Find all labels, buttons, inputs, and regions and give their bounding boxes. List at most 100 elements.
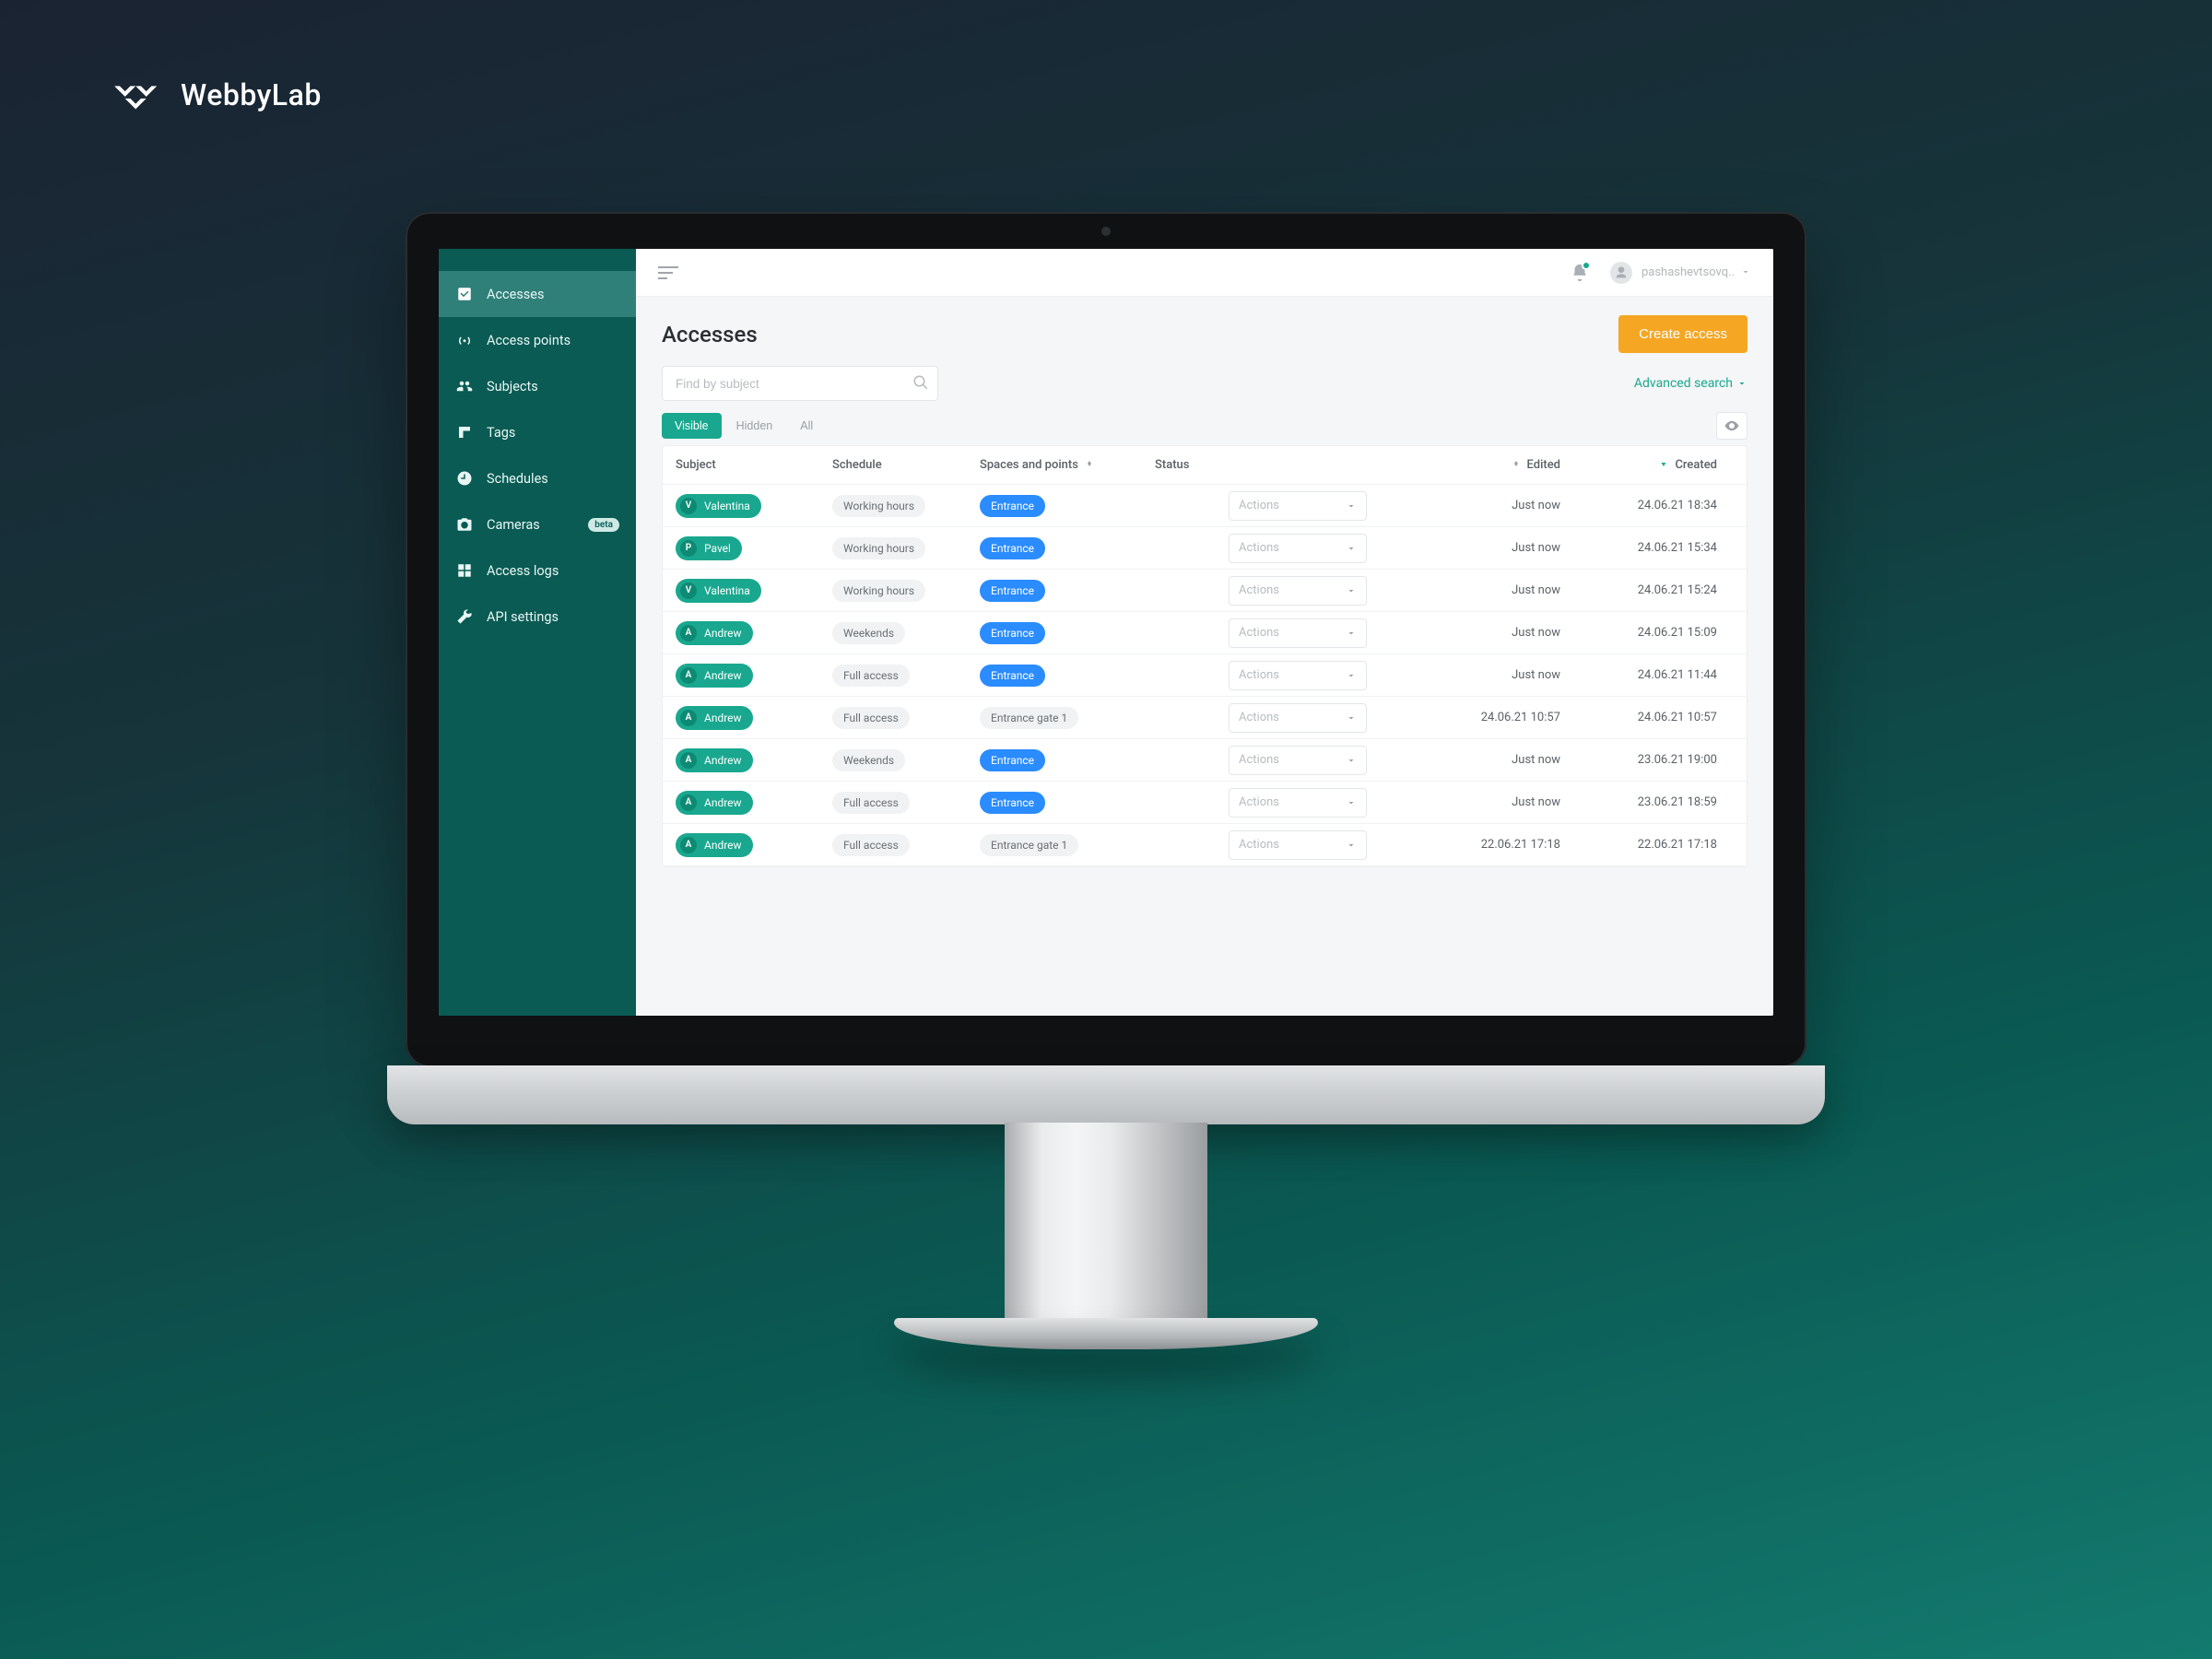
schedule-chip[interactable]: Full access xyxy=(832,665,910,687)
people-icon xyxy=(455,377,474,395)
monitor-chin xyxy=(387,1065,1825,1124)
schedule-chip[interactable]: Working hours xyxy=(832,537,925,559)
col-subject[interactable]: Subject xyxy=(676,458,832,472)
schedule-chip[interactable]: Full access xyxy=(832,834,910,856)
schedule-chip[interactable]: Working hours xyxy=(832,580,925,602)
schedule-chip[interactable]: Full access xyxy=(832,707,910,729)
visibility-tabs: VisibleHiddenAll xyxy=(662,413,826,439)
chevron-down-icon xyxy=(1346,755,1357,766)
main-area: pashashevtsovq.. Accesses Create access xyxy=(636,249,1773,1016)
space-chip[interactable]: Entrance gate 1 xyxy=(980,834,1078,856)
subject-name: Andrew xyxy=(704,839,742,852)
col-created[interactable]: Created xyxy=(1560,458,1717,473)
subject-chip[interactable]: AAndrew xyxy=(676,833,753,857)
chevron-down-icon xyxy=(1346,628,1357,639)
user-avatar[interactable] xyxy=(1610,262,1632,284)
row-actions-select[interactable]: Actions xyxy=(1229,746,1367,775)
wrench-icon xyxy=(455,607,474,626)
subject-avatar: A xyxy=(680,794,697,811)
sidebar-item-label: Access points xyxy=(487,333,619,348)
page-title: Accesses xyxy=(662,322,758,347)
created-cell: 24.06.21 11:44 xyxy=(1560,668,1717,682)
advanced-search-link[interactable]: Advanced search xyxy=(1634,376,1747,391)
space-chip[interactable]: Entrance xyxy=(980,749,1045,771)
space-chip[interactable]: Entrance xyxy=(980,665,1045,687)
col-schedule[interactable]: Schedule xyxy=(832,458,980,472)
subject-chip[interactable]: VValentina xyxy=(676,579,761,603)
space-chip[interactable]: Entrance xyxy=(980,495,1045,517)
table-row: AAndrewFull accessEntranceActionsJust no… xyxy=(663,654,1747,697)
row-actions-select[interactable]: Actions xyxy=(1229,703,1367,733)
username-label: pashashevtsovq.. xyxy=(1641,265,1735,279)
subject-chip[interactable]: AAndrew xyxy=(676,621,753,645)
tab-hidden[interactable]: Hidden xyxy=(724,413,786,439)
space-chip[interactable]: Entrance gate 1 xyxy=(980,707,1078,729)
beta-badge: beta xyxy=(588,518,619,532)
actions-placeholder: Actions xyxy=(1239,541,1279,555)
advanced-search-label: Advanced search xyxy=(1634,376,1733,391)
space-chip[interactable]: Entrance xyxy=(980,622,1045,644)
row-actions-select[interactable]: Actions xyxy=(1229,576,1367,606)
subject-name: Andrew xyxy=(704,712,742,724)
sidebar-item-subjects[interactable]: Subjects xyxy=(439,363,636,409)
subject-avatar: A xyxy=(680,710,697,726)
row-actions-select[interactable]: Actions xyxy=(1229,618,1367,648)
columns-visibility-button[interactable] xyxy=(1716,412,1747,440)
subject-avatar: A xyxy=(680,625,697,641)
created-cell: 24.06.21 15:24 xyxy=(1560,583,1717,597)
schedule-chip[interactable]: Full access xyxy=(832,792,910,814)
row-actions-select[interactable]: Actions xyxy=(1229,491,1367,521)
tab-all[interactable]: All xyxy=(787,413,826,439)
table-row: AAndrewFull accessEntranceActionsJust no… xyxy=(663,782,1747,824)
row-actions-select[interactable]: Actions xyxy=(1229,788,1367,818)
tag-icon xyxy=(455,423,474,441)
sidebar-item-access-logs[interactable]: Access logs xyxy=(439,547,636,594)
actions-placeholder: Actions xyxy=(1239,583,1279,597)
schedule-chip[interactable]: Weekends xyxy=(832,749,905,771)
edited-cell: Just now xyxy=(1385,583,1560,597)
subject-avatar: V xyxy=(680,582,697,599)
sidebar-item-cameras[interactable]: Cameras beta xyxy=(439,501,636,547)
table-header-row: Subject Schedule Spaces and points Statu… xyxy=(663,446,1747,485)
space-chip[interactable]: Entrance xyxy=(980,537,1045,559)
col-edited[interactable]: Edited xyxy=(1385,458,1560,473)
sidebar-item-accesses[interactable]: Accesses xyxy=(439,271,636,317)
subject-chip[interactable]: VValentina xyxy=(676,494,761,518)
sidebar-item-schedules[interactable]: Schedules xyxy=(439,455,636,501)
sidebar-item-tags[interactable]: Tags xyxy=(439,409,636,455)
space-chip[interactable]: Entrance xyxy=(980,580,1045,602)
created-cell: 24.06.21 15:34 xyxy=(1560,541,1717,555)
table-row: PPavelWorking hoursEntranceActionsJust n… xyxy=(663,527,1747,570)
notifications-button[interactable] xyxy=(1570,263,1590,283)
col-spaces[interactable]: Spaces and points xyxy=(980,458,1155,473)
row-actions-select[interactable]: Actions xyxy=(1229,830,1367,860)
sidebar-item-label: Cameras xyxy=(487,517,575,533)
actions-placeholder: Actions xyxy=(1239,499,1279,512)
grid-icon xyxy=(455,561,474,580)
row-actions-select[interactable]: Actions xyxy=(1229,661,1367,690)
tab-visible[interactable]: Visible xyxy=(662,413,722,439)
search-input[interactable] xyxy=(662,366,938,401)
menu-toggle-button[interactable] xyxy=(658,266,678,279)
monitor-stand-neck xyxy=(1005,1123,1207,1325)
user-menu-dropdown[interactable] xyxy=(1740,264,1751,281)
row-actions-select[interactable]: Actions xyxy=(1229,534,1367,563)
subject-chip[interactable]: A Andrew xyxy=(676,706,753,730)
create-access-button[interactable]: Create access xyxy=(1618,315,1747,353)
topbar: pashashevtsovq.. xyxy=(636,249,1773,297)
sidebar-item-access-points[interactable]: Access points xyxy=(439,317,636,363)
schedule-chip[interactable]: Working hours xyxy=(832,495,925,517)
subject-name: Andrew xyxy=(704,796,742,809)
chevron-down-icon xyxy=(1346,797,1357,808)
subject-chip[interactable]: AAndrew xyxy=(676,748,753,772)
subject-chip[interactable]: AAndrew xyxy=(676,664,753,688)
col-status[interactable]: Status xyxy=(1155,458,1229,472)
space-chip[interactable]: Entrance xyxy=(980,792,1045,814)
sidebar-item-api-settings[interactable]: API settings xyxy=(439,594,636,640)
subject-chip[interactable]: PPavel xyxy=(676,536,742,560)
search-row: Advanced search xyxy=(662,366,1747,401)
schedule-chip[interactable]: Weekends xyxy=(832,622,905,644)
subject-chip[interactable]: A Andrew xyxy=(676,791,753,815)
table-row: VValentina Working hours Entrance Actions Ju… xyxy=(663,570,1747,612)
subject-avatar: V xyxy=(680,498,697,514)
